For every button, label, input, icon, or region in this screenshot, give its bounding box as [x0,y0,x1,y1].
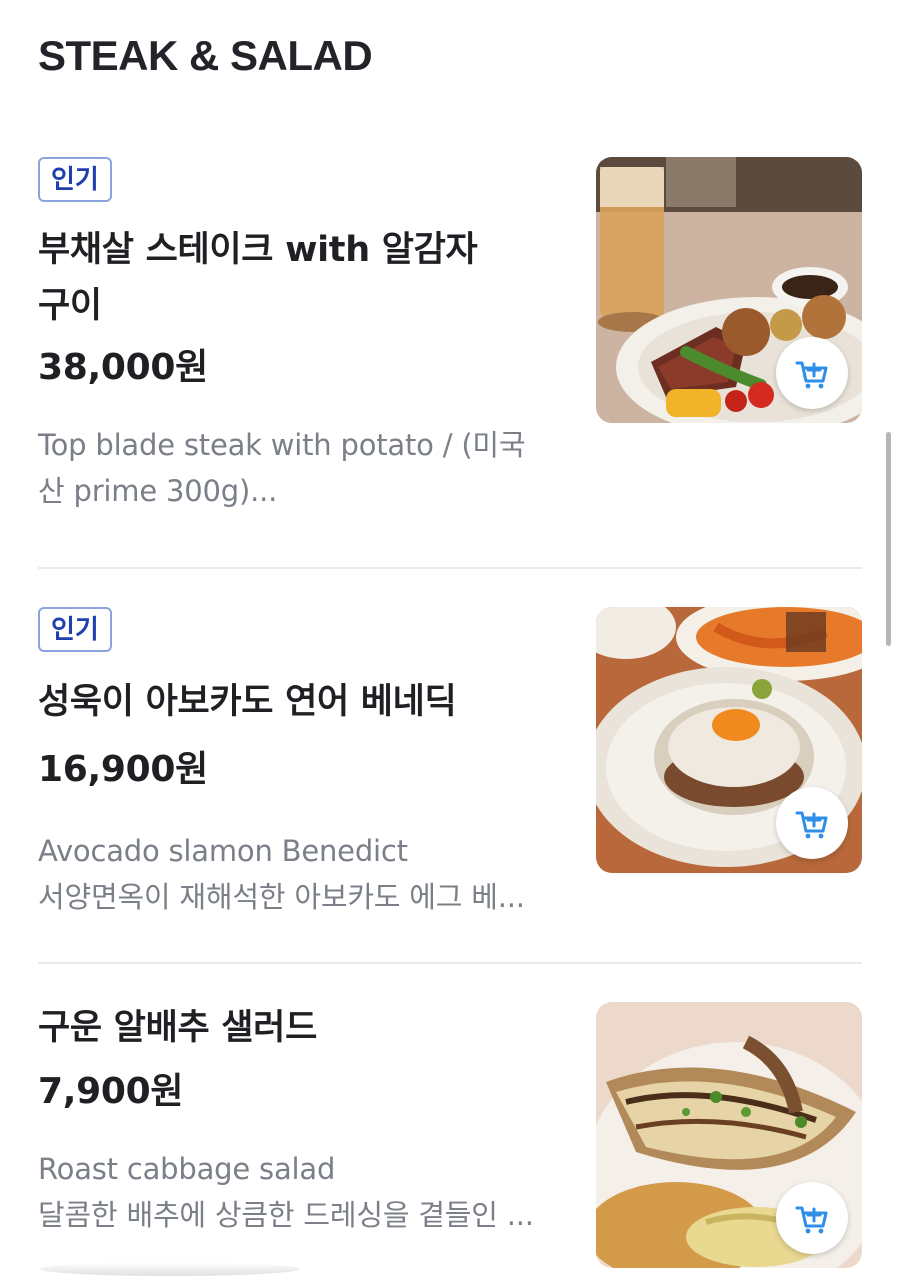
roast-cabbage-salad-photo[interactable] [596,1002,862,1268]
menu-item-price: 38,000원 [38,347,208,388]
menu-item-price: 7,900원 [38,1071,184,1112]
add-to-cart-icon [795,1206,828,1234]
description-line: 서양면옥이 재해석한 아보카도 에그 베... [38,880,525,914]
menu-item-info: 인기 성욱이 아보카도 연어 베네딕 16,900원 Avocado slamo… [38,607,568,920]
menu-item-name-line: 구이 [38,286,102,326]
menu-item-name: 부채살 스테이크 with 알감자 구이 [38,222,568,334]
menu-item-info: 인기 부채살 스테이크 with 알감자 구이 38,000원 Top blad… [38,157,568,514]
add-to-cart-icon [795,811,828,839]
item-divider [38,962,862,964]
menu-item-info: 구운 알배추 샐러드 7,900원 Roast cabbage salad 달콤… [38,1000,568,1238]
menu-item-description: Avocado slamon Benedict 서양면옥이 재해석한 아보카도 … [38,828,568,920]
add-to-cart-icon [795,361,828,389]
description-line: Top blade steak with potato / (미국 [38,428,526,462]
item-divider [38,567,862,569]
section-title: STEAK & SALAD [38,32,373,79]
bottom-shadow [40,1262,300,1276]
steak-with-potatoes-photo[interactable] [596,157,862,423]
add-to-cart-button[interactable] [776,337,848,409]
menu-item-name: 구운 알배추 샐러드 [38,1000,568,1056]
description-line: 달콤한 배추에 상큼한 드레싱을 곁들인 ... [38,1198,534,1232]
menu-item-name-line: 구운 알배추 샐러드 [38,1008,317,1048]
description-line: Roast cabbage salad [38,1152,336,1186]
popular-badge: 인기 [38,607,112,652]
menu-item-name-line: 부채살 스테이크 with 알감자 [38,230,478,270]
add-to-cart-button[interactable] [776,787,848,859]
menu-item-price: 16,900원 [38,749,208,790]
popular-badge: 인기 [38,157,112,202]
menu-item-description: Top blade steak with potato / (미국 산 prim… [38,422,568,514]
description-line: Avocado slamon Benedict [38,834,408,868]
avocado-salmon-benedict-photo[interactable] [596,607,862,873]
menu-item-description: Roast cabbage salad 달콤한 배추에 상큼한 드레싱을 곁들인… [38,1146,568,1238]
menu-item-name-line: 성욱이 아보카도 연어 베네딕 [38,682,457,722]
scrollbar[interactable] [886,432,891,646]
menu-item-name: 성욱이 아보카도 연어 베네딕 [38,674,568,730]
add-to-cart-button[interactable] [776,1182,848,1254]
description-line: 산 prime 300g)... [38,474,278,508]
